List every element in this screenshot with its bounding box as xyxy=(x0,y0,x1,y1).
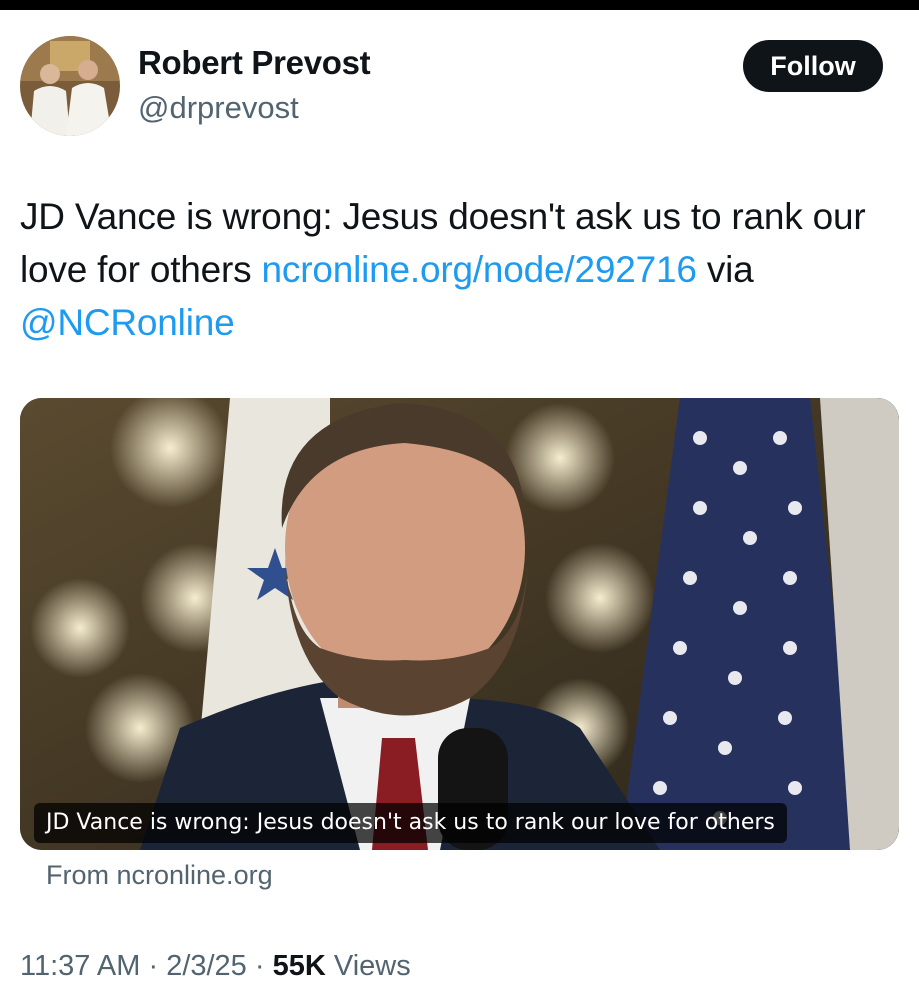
tweet-mention[interactable]: @NCRonline xyxy=(20,302,235,343)
meta-separator-1: · xyxy=(148,950,159,982)
author-handle[interactable]: @drprevost xyxy=(138,90,299,126)
meta-separator-2: · xyxy=(254,950,265,982)
link-card[interactable] xyxy=(20,398,899,850)
tweet-text: JD Vance is wrong: Jesus doesn't ask us … xyxy=(20,190,910,349)
follow-button[interactable]: Follow xyxy=(743,40,883,92)
views-count[interactable]: 55K xyxy=(273,950,326,982)
author-name[interactable]: Robert Prevost xyxy=(138,44,371,82)
top-status-bar xyxy=(0,0,919,10)
card-image[interactable] xyxy=(20,398,899,850)
tweet-time[interactable]: 11:37 AM xyxy=(20,950,140,982)
card-source[interactable]: From ncronline.org xyxy=(46,860,273,891)
tweet-date[interactable]: 2/3/25 xyxy=(166,950,247,982)
tweet-meta: 11:37 AM · 2/3/25 · 55K Views xyxy=(20,950,411,983)
tweet-text-via: via xyxy=(696,249,754,290)
avatar[interactable] xyxy=(20,36,120,136)
views-label[interactable]: Views xyxy=(334,950,411,982)
tweet-link[interactable]: ncronline.org/node/292716 xyxy=(262,249,697,290)
card-caption[interactable]: JD Vance is wrong: Jesus doesn't ask us … xyxy=(34,803,787,843)
